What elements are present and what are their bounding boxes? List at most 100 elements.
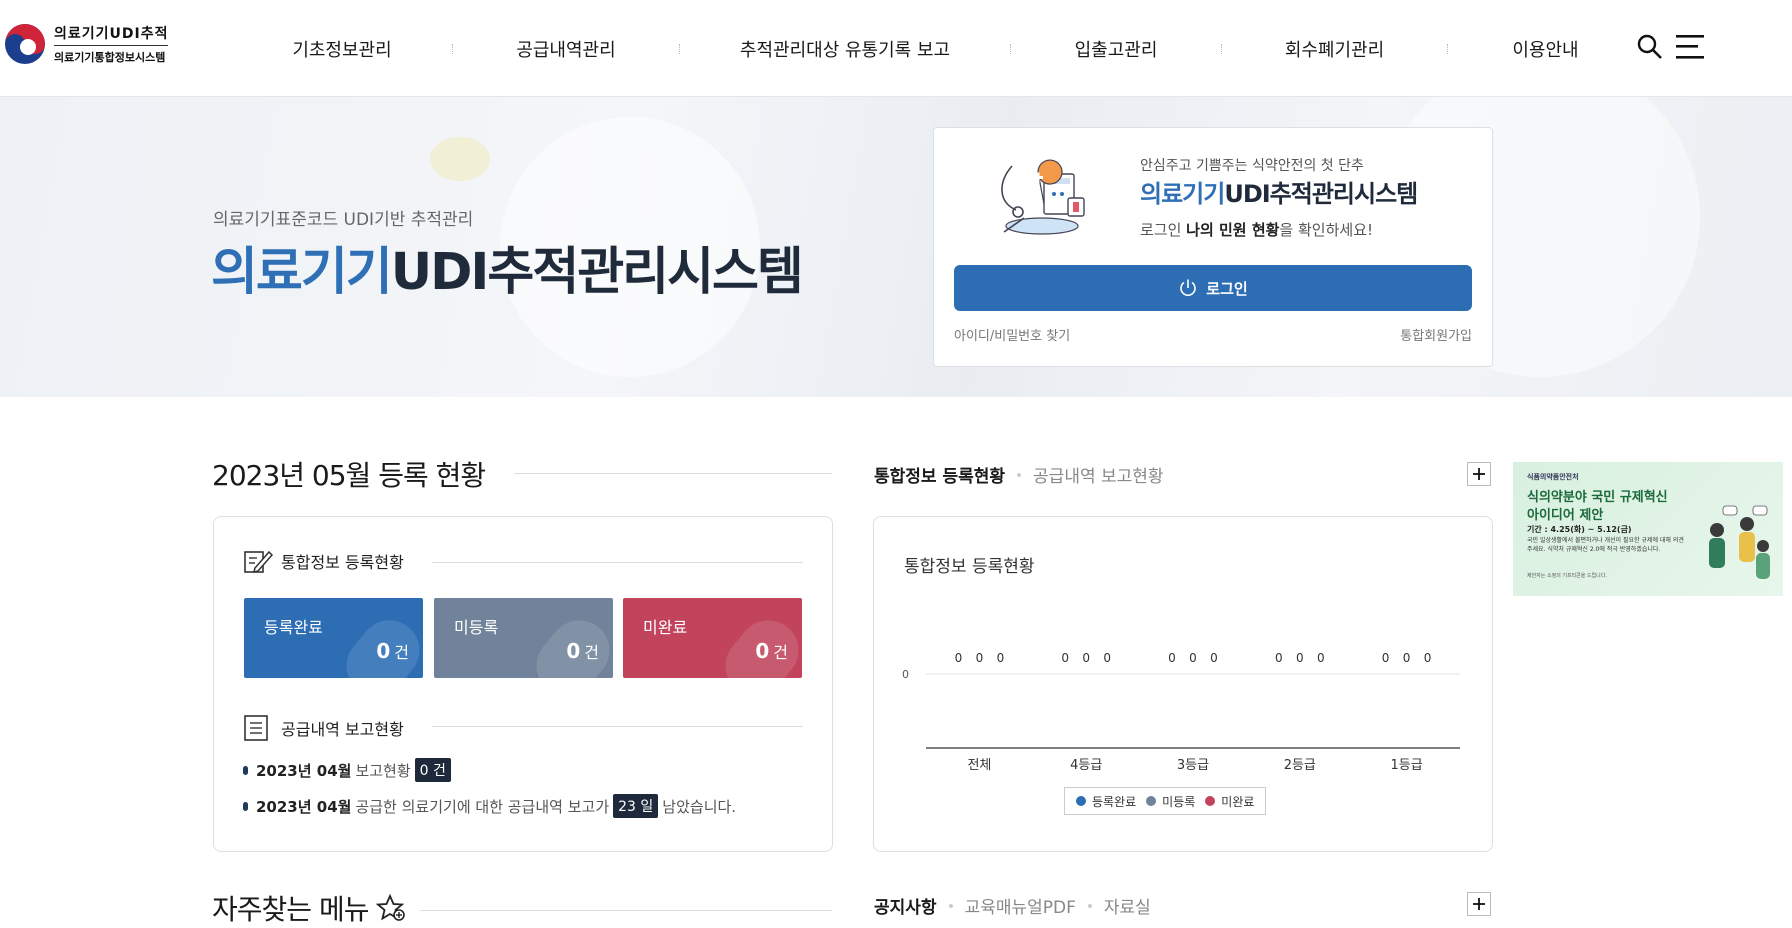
logo-subtitle: 의료기기통합정보시스템 [54, 51, 166, 64]
login-msg-suffix: 을 확인하세요! [1279, 221, 1374, 239]
legend-label: 미등록 [1162, 794, 1196, 809]
bar-data-label: 0 [1103, 651, 1111, 665]
tab-divider-dot [1017, 472, 1022, 477]
favorites-title: 자주찾는 메뉴 [212, 888, 406, 928]
report-text: 보고현황 [355, 761, 411, 780]
stat-value: 0건 [566, 639, 599, 663]
plus-icon [1473, 468, 1485, 480]
nav-supply[interactable]: 공급내역관리 [453, 36, 679, 62]
tab-manual-pdf[interactable]: 교육매뉴얼PDF [965, 893, 1076, 918]
legend-label: 미완료 [1221, 794, 1255, 809]
nav-basic-info[interactable]: 기초정보관리 [232, 36, 452, 62]
logo-title: 의료기기UDI추적 [54, 23, 169, 46]
tab-supply-status[interactable]: 공급내역 보고현황 [1033, 462, 1164, 487]
supply-report-heading-label: 공급내역 보고현황 [281, 720, 404, 739]
tab-integrated-status[interactable]: 통합정보 등록현황 [874, 462, 1005, 487]
registration-chart: 00 0 0전체0 0 04등급0 0 03등급0 0 02등급0 0 01등급 [902, 651, 1460, 773]
main-nav: 기초정보관리 공급내역관리 추적관리대상 유통기록 보고 입출고관리 회수폐기관… [232, 0, 1643, 97]
section-divider [432, 726, 803, 727]
integrated-info-heading-label: 통합정보 등록현황 [281, 553, 404, 572]
bar-data-label: 0 [1275, 651, 1283, 665]
stat-unit: 건 [773, 643, 788, 662]
legend-swatch [1146, 796, 1157, 806]
tab-divider-dot [1087, 903, 1092, 908]
legend-item-incomplete[interactable]: 미완료 [1205, 793, 1254, 810]
people-illustration-icon [1709, 505, 1770, 579]
site-logo[interactable]: 의료기기UDI추적 의료기기통합정보시스템 [4, 22, 169, 66]
login-msg-bold: 나의 민원 현황 [1186, 221, 1280, 239]
bar-data-label: 0 [976, 651, 984, 665]
nav-tracking-report[interactable]: 추적관리대상 유통기록 보고 [680, 36, 1010, 62]
banner-title-line2: 아이디어 제안 [1527, 508, 1604, 523]
deadline-text: 공급한 의료기기에 대한 공급내역 보고가 [355, 797, 610, 816]
stat-label: 미완료 [643, 618, 688, 637]
stat-label: 미등록 [454, 618, 499, 637]
tab-archive[interactable]: 자료실 [1104, 893, 1151, 918]
hero-title-dark: UDI추적관리시스템 [390, 243, 804, 302]
deadline-suffix: 남았습니다. [662, 797, 737, 816]
deadline-month: 2023년 04월 [256, 797, 352, 816]
bullet [243, 765, 248, 775]
korea-emblem-icon [5, 24, 45, 64]
nav-inout[interactable]: 입출고관리 [1011, 36, 1221, 62]
bar-data-label: 0 [1210, 651, 1218, 665]
chart-title: 통합정보 등록현황 [904, 557, 1035, 577]
menu-icon[interactable] [1676, 33, 1704, 61]
banner-description: 국민 일상생활에서 불편하거나 개선이 필요한 규제에 대해 의견 주세요. 식… [1527, 537, 1684, 553]
status-more-button[interactable] [1467, 462, 1491, 486]
bar-data-label: 0 [1382, 651, 1390, 665]
login-message: 로그인 나의 민원 현황을 확인하세요! [1140, 219, 1373, 240]
y-tick-label: 0 [902, 668, 909, 681]
status-tabs: 통합정보 등록현황 공급내역 보고현황 [874, 462, 1164, 487]
login-panel: 안심주고 기쁨주는 식약안전의 첫 단추 의료기기UDI추적관리시스템 로그인 … [933, 127, 1493, 367]
banner-title-line1: 식의약분야 국민 규제혁신 [1527, 490, 1668, 505]
login-button[interactable]: 로그인 [954, 265, 1472, 311]
document-list-icon [244, 715, 268, 741]
login-msg-prefix: 로그인 [1140, 221, 1187, 239]
stat-value: 0건 [376, 639, 409, 663]
power-icon [1180, 279, 1197, 296]
banner-period: 기간 : 4.25(화) ~ 5.12(금) [1527, 525, 1632, 534]
tab-divider-dot [948, 903, 953, 908]
nav-recall[interactable]: 회수폐기관리 [1222, 36, 1447, 62]
edit-note-icon [244, 550, 273, 574]
regulation-idea-banner[interactable]: 식품의약품안전처 식의약분야 국민 규제혁신 아이디어 제안 기간 : 4.25… [1513, 462, 1783, 596]
bar-data-label: 0 [997, 651, 1005, 665]
registration-section-title: 2023년 05월 등록 현황 [212, 459, 486, 492]
nav-guide[interactable]: 이용안내 [1448, 36, 1643, 62]
x-tick-label: 1등급 [1390, 758, 1422, 773]
member-join-link[interactable]: 통합회원가입 [1400, 325, 1472, 344]
chart-legend: 등록완료 미등록 미완료 [1064, 787, 1267, 815]
stat-incomplete[interactable]: 미완료 0건 [623, 598, 802, 678]
legend-swatch [1205, 796, 1216, 806]
banner-footnote: 제안자는 소정의 기프티콘을 드립니다. [1527, 573, 1607, 579]
bar-data-label: 0 [1296, 651, 1304, 665]
integrated-info-heading: 통합정보 등록현황 [243, 548, 404, 574]
report-deadline-line: 2023년 04월 공급한 의료기기에 대한 공급내역 보고가 23 일 남았습… [243, 794, 736, 818]
hero-title-blue: 의료기기 [211, 243, 393, 302]
search-icon[interactable] [1637, 33, 1663, 61]
hero-pill-deco [430, 137, 490, 181]
star-add-icon [376, 893, 406, 921]
bullet [243, 801, 248, 811]
stat-count: 0 [376, 639, 391, 663]
section-divider [432, 562, 803, 563]
bar-data-label: 0 [1189, 651, 1197, 665]
notice-more-button[interactable] [1467, 892, 1491, 916]
find-id-password-link[interactable]: 아이디/비밀번호 찾기 [954, 325, 1070, 344]
legend-item-unregistered[interactable]: 미등록 [1146, 793, 1195, 810]
login-button-label: 로그인 [1206, 279, 1248, 298]
hero-title: 의료기기UDI추적관리시스템 [211, 230, 804, 304]
plus-icon [1473, 898, 1485, 910]
login-tagline: 안심주고 기쁨주는 식약안전의 첫 단추 [1140, 158, 1364, 174]
hero-banner: 의료기기표준코드 UDI기반 추적관리 의료기기UDI추적관리시스템 안심주고 … [0, 97, 1792, 397]
stat-unit: 건 [394, 643, 409, 662]
x-tick-label: 4등급 [1070, 758, 1102, 773]
section-divider [514, 473, 832, 474]
legend-item-registered[interactable]: 등록완료 [1076, 793, 1136, 810]
stat-count: 0 [566, 639, 581, 663]
tab-notice[interactable]: 공지사항 [874, 893, 937, 918]
stat-unregistered[interactable]: 미등록 0건 [434, 598, 613, 678]
report-month: 2023년 04월 [256, 761, 352, 780]
stat-registered[interactable]: 등록완료 0건 [244, 598, 423, 678]
